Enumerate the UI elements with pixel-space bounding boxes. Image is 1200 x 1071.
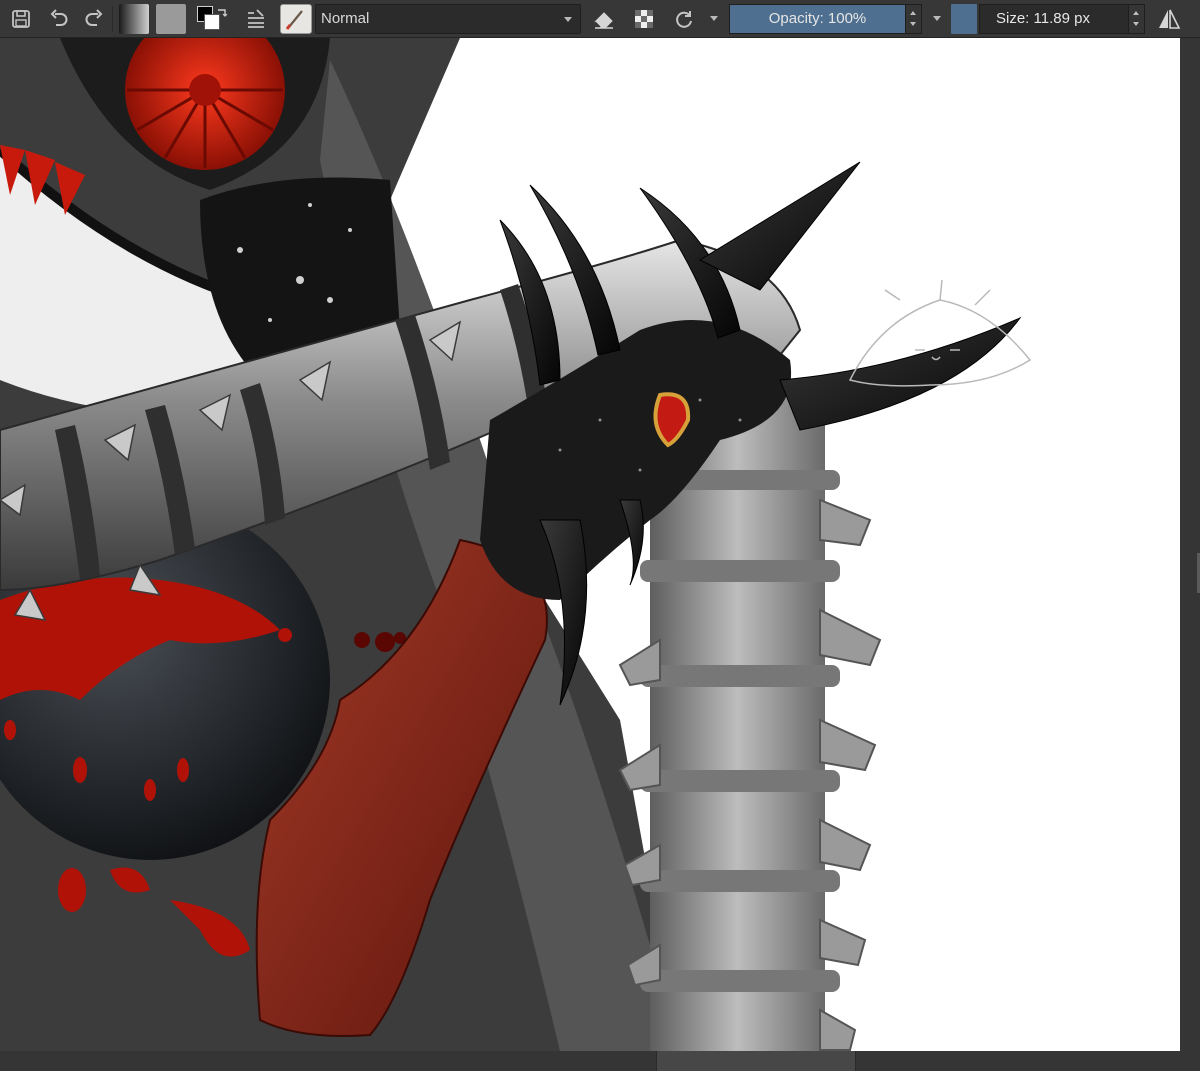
reload-preset-icon[interactable] [670, 4, 698, 34]
opacity-slider[interactable]: Opacity: 100% [729, 4, 922, 34]
toolbar: Normal Opacity: 100% Size: 11.89 px [0, 0, 1200, 38]
size-label: Size: 11.89 px [996, 10, 1090, 27]
opacity-spinner[interactable] [905, 5, 921, 33]
opacity-label: Opacity: 100% [768, 10, 867, 27]
size-spinner[interactable] [1128, 5, 1144, 33]
pattern-swatch[interactable] [156, 4, 186, 34]
fg-bg-color-icon[interactable] [196, 4, 230, 34]
gradient-swatch[interactable] [119, 4, 149, 34]
blend-mode-value: Normal [321, 10, 370, 27]
spin-down-icon[interactable] [910, 22, 916, 26]
size-color-indicator [951, 4, 977, 34]
horizontal-scrollbar[interactable] [0, 1051, 1200, 1071]
spin-down-icon[interactable] [1133, 22, 1139, 26]
chevron-down-icon [564, 17, 572, 22]
layer-settings-icon[interactable] [242, 4, 270, 34]
vertical-scrollbar[interactable] [1180, 38, 1200, 1051]
brush-preset-icon[interactable] [280, 4, 312, 34]
blend-mode-dropdown[interactable]: Normal [315, 4, 581, 34]
redo-icon[interactable] [80, 4, 108, 34]
horizontal-scrollbar-thumb[interactable] [656, 1051, 856, 1071]
toolbar-separator [112, 6, 113, 32]
alpha-lock-icon[interactable] [630, 4, 658, 34]
artwork [0, 38, 1180, 1051]
chevron-down-icon[interactable] [710, 16, 718, 21]
spin-up-icon[interactable] [910, 11, 916, 15]
size-slider[interactable]: Size: 11.89 px [979, 4, 1145, 34]
mirror-icon[interactable] [1154, 4, 1184, 34]
spin-up-icon[interactable] [1133, 11, 1139, 15]
save-icon[interactable] [6, 4, 36, 34]
chevron-down-icon[interactable] [933, 16, 941, 21]
eraser-icon[interactable] [590, 4, 618, 34]
canvas[interactable] [0, 38, 1180, 1051]
undo-icon[interactable] [45, 4, 73, 34]
swap-colors-icon[interactable] [216, 7, 228, 19]
